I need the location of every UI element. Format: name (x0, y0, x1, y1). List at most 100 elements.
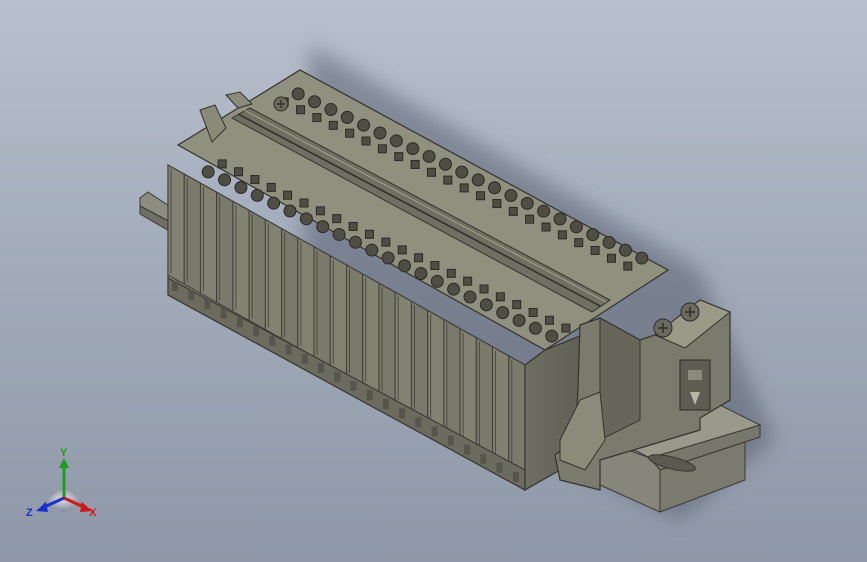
wire-entry-icon (348, 221, 358, 231)
screw-hole-icon (528, 321, 542, 335)
terminal-plate (394, 291, 412, 413)
wire-entry-icon (623, 261, 633, 271)
foot-notch (318, 362, 325, 373)
wire-entry-icon (426, 167, 436, 177)
screw-hole-icon (430, 274, 444, 288)
wire-entry-icon (364, 229, 374, 239)
terminal-plate (232, 200, 250, 322)
wire-entry-icon (234, 167, 244, 177)
screw-hole-icon (537, 204, 551, 218)
wire-entry-icon (574, 238, 584, 248)
wire-entry-icon (459, 183, 469, 193)
screw-hole-icon (414, 267, 428, 281)
terminal-plate (427, 309, 445, 431)
screw-hole-icon (234, 181, 248, 195)
wire-entry-icon (296, 105, 306, 115)
foot-notch (350, 381, 357, 391)
wire-entry-icon (266, 182, 276, 192)
screw-hole-icon (406, 142, 420, 156)
screw-hole-icon (340, 110, 354, 124)
screw-hole-icon (398, 259, 412, 273)
terminal-plate (492, 345, 510, 467)
screw-hole-icon (520, 196, 534, 210)
wire-entry-icon (443, 175, 453, 185)
screw-hole-icon (365, 243, 379, 257)
wire-entry-icon (299, 198, 309, 208)
screw-hole-icon (381, 251, 395, 265)
terminal-plate (183, 173, 201, 295)
screw-hole-icon (635, 251, 649, 265)
wire-entry-icon (283, 190, 293, 200)
screw-hole-icon (553, 212, 567, 226)
foot-notch (382, 399, 389, 410)
terminal-plate (475, 336, 494, 458)
foot-notch (269, 335, 276, 346)
foot-notch (253, 326, 260, 337)
wire-entry-icon (479, 284, 489, 294)
terminal-plate (362, 273, 380, 395)
screw-hole-icon (545, 329, 559, 343)
wire-entry-icon (557, 230, 567, 240)
wire-entry-icon (508, 206, 518, 216)
terminal-block-assembly-model[interactable] (0, 0, 867, 562)
wire-entry-icon (328, 120, 338, 130)
screw-hole-icon (438, 157, 452, 171)
screw-hole-icon (357, 118, 371, 132)
wire-entry-icon (476, 191, 486, 201)
wire-entry-icon (394, 152, 404, 162)
wire-entry-icon (495, 292, 505, 302)
screw-hole-icon (455, 165, 469, 179)
wire-entry-icon (315, 206, 325, 216)
terminal-plate (378, 282, 396, 404)
wire-entry-icon (590, 245, 600, 255)
screw-hole-icon (602, 235, 616, 249)
wire-entry-icon (430, 261, 440, 271)
wire-entry-icon (410, 159, 420, 169)
screw-hole-icon (316, 220, 330, 234)
foot-notch (172, 281, 178, 291)
wire-entry-icon (217, 159, 227, 169)
foot-notch (236, 317, 243, 328)
screw-hole-icon (299, 212, 313, 226)
foot-notch (188, 290, 195, 301)
foot-notch (301, 353, 308, 364)
terminal-plate (508, 355, 526, 476)
coordinate-triad[interactable]: Y X Z (22, 446, 112, 526)
wire-entry-icon (525, 214, 535, 224)
screw-hole-icon (250, 188, 264, 202)
wire-entry-icon (361, 136, 371, 146)
screw-hole-icon (463, 290, 477, 304)
z-axis-label: Z (26, 507, 33, 519)
foot-notch (496, 462, 503, 473)
screw-hole-icon (332, 227, 346, 241)
foot-notch (480, 453, 487, 464)
screw-hole-icon (447, 282, 461, 296)
wire-entry-icon (414, 253, 424, 263)
screw-hole-icon (218, 173, 232, 187)
screw-hole-icon (488, 181, 502, 195)
y-axis-arrowhead (59, 458, 69, 468)
foot-notch (399, 408, 406, 419)
foot-notch (415, 417, 422, 428)
y-axis-label: Y (60, 447, 68, 459)
foot-notch (334, 371, 341, 382)
wire-entry-icon (446, 268, 456, 278)
wire-entry-icon (544, 315, 554, 325)
terminal-plate (443, 318, 461, 440)
screw-hole-icon (512, 313, 526, 327)
terminal-plate (459, 327, 477, 449)
foot-notch (220, 308, 227, 319)
terminal-plate (216, 191, 234, 313)
screw-hole-icon (586, 228, 600, 242)
terminal-plate (410, 300, 429, 422)
screw-hole-icon (422, 149, 436, 163)
screw-hole-icon (569, 220, 583, 234)
terminal-plate (167, 164, 185, 285)
wire-entry-icon (541, 222, 551, 232)
wire-entry-icon (397, 245, 407, 255)
terminal-plate (297, 236, 315, 358)
3d-graphics-viewport[interactable]: Y X Z (0, 0, 867, 562)
screw-hole-icon (479, 298, 493, 312)
foot-notch (464, 444, 471, 455)
terminal-plate (248, 209, 266, 331)
